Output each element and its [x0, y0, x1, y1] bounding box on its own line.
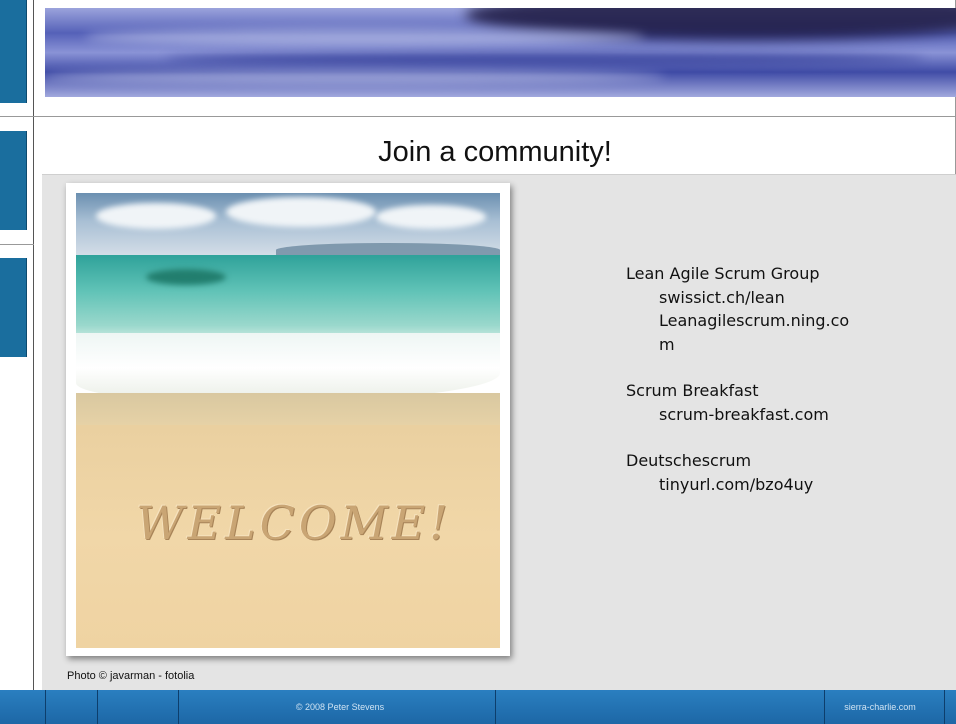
- group-url[interactable]: swissict.ch/lean: [626, 286, 849, 310]
- photo-credit: Photo © javarman - fotolia: [67, 670, 195, 682]
- group-url[interactable]: Leanagilescrum.ning.co: [626, 309, 849, 333]
- left-accent-bar-3: [0, 258, 27, 357]
- footer-divider: [944, 690, 945, 724]
- group-name: Scrum Breakfast: [626, 381, 759, 400]
- slide-footer: © 2008 Peter Stevens sierra-charlie.com: [0, 690, 956, 724]
- vertical-divider: [33, 0, 34, 690]
- slide-title: Join a community!: [378, 136, 612, 168]
- footer-divider: [97, 690, 98, 724]
- community-list: Lean Agile Scrum Group swissict.ch/lean …: [626, 262, 849, 519]
- footer-divider: [178, 690, 179, 724]
- group-name: Deutschescrum: [626, 451, 752, 470]
- sand-writing: WELCOME!: [136, 496, 452, 550]
- left-accent-bar-2: [0, 131, 27, 230]
- footer-site-link[interactable]: sierra-charlie.com: [830, 690, 930, 724]
- footer-divider: [495, 690, 496, 724]
- header-divider: [0, 116, 956, 117]
- group-url-continued[interactable]: m: [626, 333, 849, 357]
- header-banner-image: [45, 8, 956, 97]
- group-url[interactable]: tinyurl.com/bzo4uy: [626, 473, 849, 497]
- community-group: Scrum Breakfast scrum-breakfast.com: [626, 379, 849, 426]
- community-group: Lean Agile Scrum Group swissict.ch/lean …: [626, 262, 849, 356]
- welcome-beach-photo: WELCOME!: [66, 183, 510, 656]
- group-name: Lean Agile Scrum Group: [626, 264, 820, 283]
- left-divider: [0, 244, 34, 245]
- left-accent-bar-1: [0, 0, 27, 103]
- group-url[interactable]: scrum-breakfast.com: [626, 403, 849, 427]
- footer-copyright: © 2008 Peter Stevens: [295, 702, 385, 712]
- footer-divider: [824, 690, 825, 724]
- community-group: Deutschescrum tinyurl.com/bzo4uy: [626, 449, 849, 496]
- footer-divider: [45, 690, 46, 724]
